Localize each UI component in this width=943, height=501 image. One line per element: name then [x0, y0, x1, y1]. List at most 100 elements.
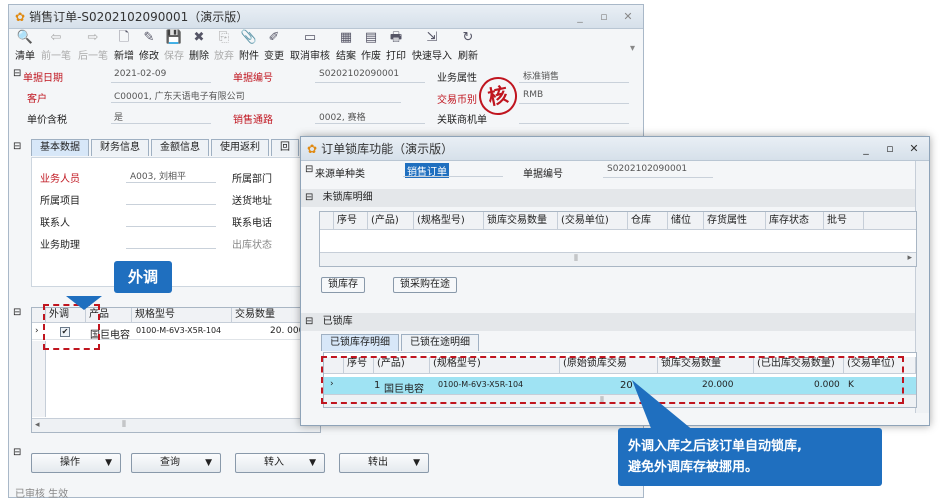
unlocked-col-1[interactable]: (产品) [368, 212, 414, 229]
locked-section-header: ⊟ 已锁库 [301, 313, 915, 331]
toolbar-arrow-left-button[interactable]: ⇦ 前一笔 [38, 29, 74, 67]
unlocked-col-8[interactable]: 库存状态 [766, 212, 824, 229]
toolbar-attach-button[interactable]: 📎 附件 [237, 29, 261, 67]
toolbar-void-button[interactable]: ▤ 作废 [359, 29, 383, 67]
tab-4[interactable]: 回 [271, 139, 299, 156]
biz-attr-label: 业务属性 [437, 73, 477, 84]
doc-no-value[interactable]: S0202102090001 [319, 69, 399, 79]
toolbar-arrow-right-button[interactable]: ⇨ 后一笔 [75, 29, 111, 67]
collapse-tabs-icon[interactable]: ⊟ [13, 141, 21, 152]
locked-tabs: 已锁库存明细 已锁在途明细 [321, 334, 481, 351]
close-icon[interactable]: ✕ [903, 141, 925, 157]
toolbar-discard-button[interactable]: ⎘ 放弃 [212, 29, 236, 67]
dropdown-label: 操作 [60, 457, 80, 468]
refresh-icon: ↻ [462, 30, 474, 45]
unlocked-col-9[interactable]: 批号 [824, 212, 864, 229]
toolbar-label: 作废 [361, 51, 381, 62]
note-line-1: 外调入库之后该订单自动锁库, [628, 439, 802, 454]
unlocked-col-3[interactable]: 锁库交易数量 [484, 212, 558, 229]
toolbar-change-button[interactable]: ✐ 变更 [262, 29, 286, 67]
col-spec[interactable]: 规格型号 [132, 308, 232, 322]
tab-2[interactable]: 金额信息 [151, 139, 209, 156]
sub-doc-no-label: 单据编号 [523, 169, 563, 180]
callout-arrow-waidiao [66, 296, 102, 310]
tab-1[interactable]: 财务信息 [91, 139, 149, 156]
toolbar-more-icon[interactable]: ▾ [630, 43, 635, 54]
action-dropdown-0[interactable]: 操作 ▼ [31, 453, 121, 473]
collapse-header-icon[interactable]: ⊟ [13, 68, 21, 79]
toolbar-label: 打印 [386, 51, 406, 62]
channel-label: 销售通路 [233, 115, 273, 126]
maximize-icon[interactable]: ▫ [879, 141, 901, 157]
action-dropdown-1[interactable]: 查询 ▼ [131, 453, 221, 473]
sales-person-value[interactable]: A003, 刘相平 [130, 169, 186, 182]
collapse-source-icon[interactable]: ⊟ [305, 164, 313, 175]
biz-attr-value[interactable]: 标准销售 [523, 69, 559, 82]
doc-no-label: 单据编号 [233, 73, 273, 84]
toolbar-print-button[interactable]: 🖶 打印 [384, 29, 408, 67]
grid-hscrollbar[interactable]: ◂ ⦀ [32, 418, 320, 432]
currency-value[interactable]: RMB [523, 90, 543, 100]
lock-purchase-transit-button[interactable]: 锁采购在途 [393, 277, 457, 293]
toolbar-new-doc-button[interactable]: 🗋 新增 [112, 29, 136, 67]
locked-tab-1[interactable]: 已锁在途明细 [401, 334, 479, 351]
sales-person-label: 业务人员 [40, 174, 80, 185]
tax-included-label: 单价含税 [27, 115, 67, 126]
toolbar-label: 保存 [164, 51, 184, 62]
toolbar-unaudit-button[interactable]: ▭ 取消审核 [287, 29, 333, 67]
status-text: 已审核 生效 [15, 489, 69, 500]
unlocked-col-6[interactable]: 储位 [668, 212, 704, 229]
chevron-down-icon: ▼ [205, 458, 212, 468]
action-dropdown-2[interactable]: 转入 ▼ [235, 453, 325, 473]
customer-value[interactable]: C00001, 广东天语电子有限公司 [114, 89, 245, 102]
channel-value[interactable]: 0002, 赛格 [319, 110, 366, 123]
app-logo-icon: ✿ [307, 141, 318, 156]
sub-title-bar: ✿ 订单锁库功能（演示版） _ ▫ ✕ [301, 137, 929, 161]
edit-icon: ✎ [143, 30, 155, 45]
action-dropdown-3[interactable]: 转出 ▼ [339, 453, 429, 473]
unlocked-col-4[interactable]: (交易单位) [558, 212, 628, 229]
toolbar-import-button[interactable]: ⇲ 快速导入 [409, 29, 455, 67]
customer-label: 客户 [27, 94, 47, 105]
toolbar-label: 附件 [239, 51, 259, 62]
toolbar-label: 取消审核 [290, 51, 330, 62]
unlocked-col-5[interactable]: 仓库 [628, 212, 668, 229]
collapse-locked-icon[interactable]: ⊟ [301, 316, 313, 327]
unlocked-hscrollbar[interactable]: ⦀ ▸ [320, 252, 916, 266]
sub-doc-no-value[interactable]: S0202102090001 [607, 164, 687, 174]
unlocked-col-0[interactable]: 序号 [334, 212, 368, 229]
maximize-icon[interactable]: ▫ [593, 9, 615, 25]
doc-date-label: 单据日期 [23, 73, 63, 84]
toolbar-edit-button[interactable]: ✎ 修改 [137, 29, 161, 67]
toolbar-search-button[interactable]: 🔍 清单 [13, 29, 37, 67]
tab-0[interactable]: 基本数据 [31, 139, 89, 156]
main-window-title: 销售订单-S0202102090001（演示版） [29, 10, 249, 24]
toolbar-save-button[interactable]: 💾 保存 [162, 29, 186, 67]
row-pointer-icon: › [35, 326, 39, 336]
search-icon: 🔍 [16, 30, 34, 45]
tax-included-value[interactable]: 是 [114, 110, 123, 123]
toolbar-label: 变更 [264, 51, 284, 62]
auto-lock-note-callout: 外调入库之后该订单自动锁库, 避免外调库存被挪用。 [618, 428, 882, 486]
toolbar-refresh-button[interactable]: ↻ 刷新 [456, 29, 480, 67]
minimize-icon[interactable]: _ [855, 141, 877, 157]
minimize-icon[interactable]: _ [569, 9, 591, 25]
toolbar-label: 放弃 [214, 51, 234, 62]
lock-stock-button[interactable]: 锁库存 [321, 277, 365, 293]
sub-vscrollbar[interactable] [915, 161, 929, 413]
dropdown-label: 转入 [264, 457, 284, 468]
attach-icon: 📎 [240, 30, 258, 45]
toolbar-close-case-button[interactable]: ▦ 结案 [334, 29, 358, 67]
dropdown-label: 转出 [368, 457, 388, 468]
tab-3[interactable]: 使用返利 [211, 139, 269, 156]
collapse-grid-icon[interactable]: ⊟ [13, 307, 21, 318]
collapse-unlocked-icon[interactable]: ⊟ [301, 192, 313, 203]
close-icon[interactable]: ✕ [617, 9, 639, 25]
unlocked-col-2[interactable]: (规格型号) [414, 212, 484, 229]
locked-tab-0[interactable]: 已锁库存明细 [321, 334, 399, 351]
toolbar-delete-button[interactable]: ✖ 删除 [187, 29, 211, 67]
unlocked-col-7[interactable]: 存货属性 [704, 212, 766, 229]
collapse-actions-icon[interactable]: ⊟ [13, 447, 21, 458]
doc-date-value[interactable]: 2021-02-09 [114, 69, 166, 79]
main-tabs: 基本数据 财务信息 金额信息 使用返利回 [31, 139, 301, 157]
